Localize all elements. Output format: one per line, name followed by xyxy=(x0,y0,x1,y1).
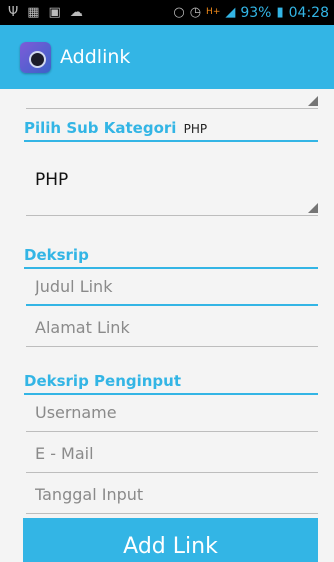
battery-icon: ▮ xyxy=(276,5,284,20)
description-header-label: Deksrip xyxy=(24,246,89,264)
sub-category-label: Pilih Sub Kategori xyxy=(24,119,177,137)
action-bar: Addlink xyxy=(0,25,334,89)
link-title-field[interactable] xyxy=(26,274,318,306)
email-input[interactable] xyxy=(35,444,305,463)
username-input[interactable] xyxy=(35,403,305,422)
category-spinner[interactable] xyxy=(26,89,318,109)
image-icon: ▦ xyxy=(27,5,40,20)
alarm-icon: ◷ xyxy=(189,5,202,20)
input-date-field[interactable] xyxy=(26,482,318,514)
status-bar: Ψ ▦ ▣ ☁ ○ ◷ H+ ◢ 93% ▮ 04:28 xyxy=(0,0,334,25)
inputter-header: Deksrip Penginput xyxy=(24,372,318,395)
sub-category-spinner[interactable]: PHP xyxy=(26,159,318,216)
gallery-icon: ▣ xyxy=(48,5,61,20)
link-title-input[interactable] xyxy=(35,277,305,296)
form-content: Pilih Sub Kategori PHP PHP Deksrip Deksr… xyxy=(0,89,334,562)
link-address-input[interactable] xyxy=(35,318,305,337)
username-field[interactable] xyxy=(26,400,318,432)
inputter-header-label: Deksrip Penginput xyxy=(24,372,182,390)
usb-icon: Ψ xyxy=(8,5,19,20)
network-hplus-icon: H+ xyxy=(206,7,221,17)
dropdown-arrow-icon xyxy=(308,203,318,213)
cloud-icon: ☁ xyxy=(69,5,83,20)
app-title: Addlink xyxy=(60,46,131,68)
description-header: Deksrip xyxy=(24,246,318,269)
add-link-button[interactable]: Add Link xyxy=(23,518,318,562)
clock: 04:28 xyxy=(288,4,329,21)
input-date-input[interactable] xyxy=(35,485,305,504)
email-field[interactable] xyxy=(26,441,318,473)
sub-category-value: PHP xyxy=(35,170,69,190)
dropdown-arrow-icon xyxy=(308,96,318,106)
sub-category-caption: PHP xyxy=(183,122,208,136)
app-icon[interactable] xyxy=(20,41,51,73)
link-address-field[interactable] xyxy=(26,315,318,347)
battery-percent: 93% xyxy=(240,4,272,21)
sub-category-header: Pilih Sub Kategori PHP xyxy=(24,119,318,142)
vibrate-icon: ○ xyxy=(173,5,185,20)
signal-icon: ◢ xyxy=(225,5,236,20)
